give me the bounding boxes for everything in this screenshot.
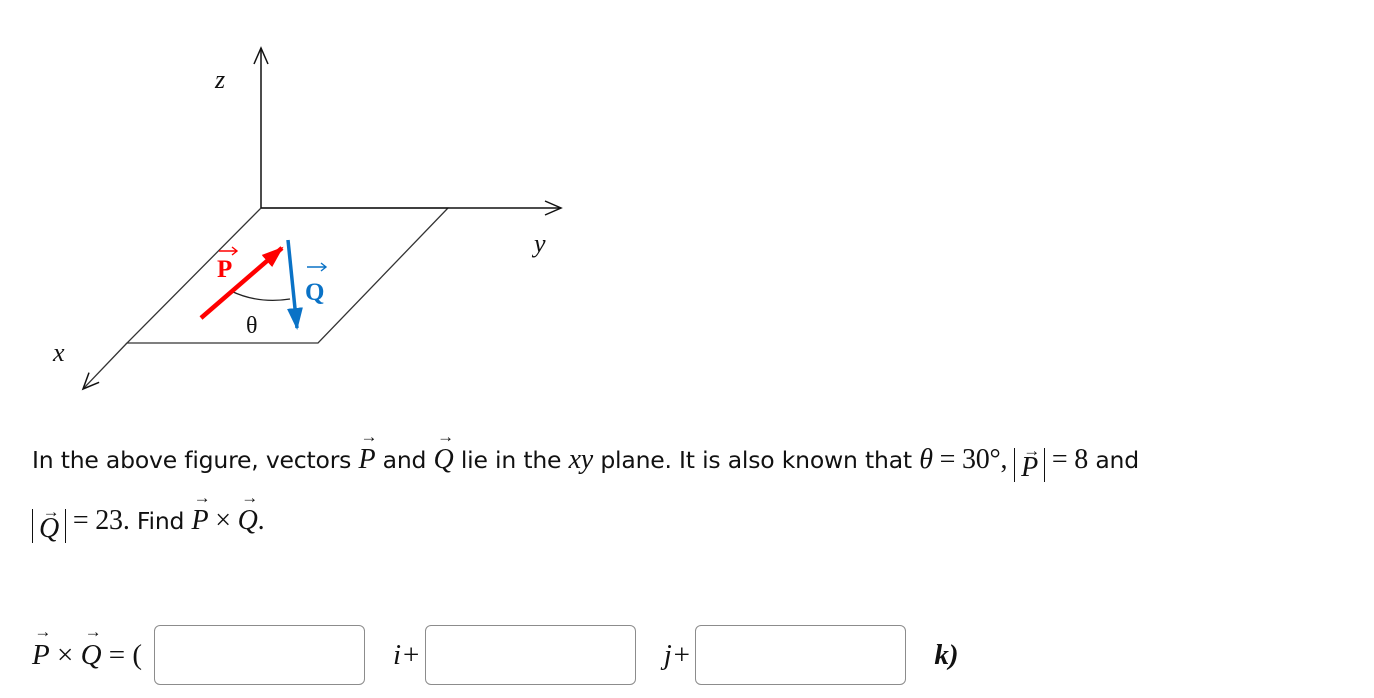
vector-q-label: Q <box>305 262 328 306</box>
text: In the above figure, vectors <box>32 446 359 474</box>
k-component-input[interactable] <box>695 625 907 685</box>
vector-q-arrow <box>286 239 303 330</box>
vector-p-symbol: P <box>1021 454 1038 482</box>
xy-plane <box>125 207 450 344</box>
problem-statement-line-2: Q = 23. Find P × Q. <box>32 505 265 543</box>
x-axis <box>81 342 128 391</box>
problem-statement-line-1: In the above figure, vectors P and Q lie… <box>32 444 1139 482</box>
equals-paren: = ( <box>101 638 143 671</box>
cross-symbol: × <box>208 505 238 536</box>
j-unit-label: j+ <box>663 638 692 671</box>
x-axis-label: x <box>52 338 65 367</box>
text: and <box>375 446 434 474</box>
theta-value: = 30°, <box>932 444 1015 475</box>
magnitude-q: Q <box>32 509 67 543</box>
svg-text:Q: Q <box>305 279 324 306</box>
vector-p-arrow <box>199 246 284 320</box>
i-unit-label: i+ <box>393 638 421 671</box>
vector-p-symbol: P <box>358 444 375 476</box>
text: Find <box>129 507 192 535</box>
vector-q-symbol: Q <box>39 515 59 543</box>
xy-symbol: xy <box>568 444 594 475</box>
y-axis-label: y <box>531 229 546 258</box>
magnitude-q-value: = 23. <box>66 505 130 536</box>
svg-text:P: P <box>217 256 232 283</box>
vector-q-symbol: Q <box>81 639 102 672</box>
angle-theta-label: θ <box>246 313 258 339</box>
vector-figure: z y x P Q θ <box>52 46 563 391</box>
magnitude-p-value: = 8 <box>1045 444 1089 475</box>
vector-q-symbol: Q <box>238 505 258 537</box>
i-component-input[interactable] <box>154 625 366 685</box>
text: and <box>1088 446 1139 474</box>
vector-p-label: P <box>217 246 239 283</box>
k-unit-label: k) <box>934 638 959 671</box>
vector-p-symbol: P <box>192 505 209 537</box>
z-axis-label: z <box>214 65 225 94</box>
theta-symbol: θ <box>919 444 933 475</box>
answer-row: P × Q = ( i+ j+ k) <box>32 625 959 685</box>
text: plane. It is also known that <box>593 446 920 474</box>
angle-arc <box>230 290 291 302</box>
vector-q-symbol: Q <box>434 444 454 476</box>
magnitude-p: P <box>1014 448 1046 482</box>
text: . <box>257 505 265 536</box>
vector-p-symbol: P <box>32 639 50 672</box>
cross-symbol: × <box>49 638 81 671</box>
j-component-input[interactable] <box>424 625 636 685</box>
text: lie in the <box>453 446 569 474</box>
